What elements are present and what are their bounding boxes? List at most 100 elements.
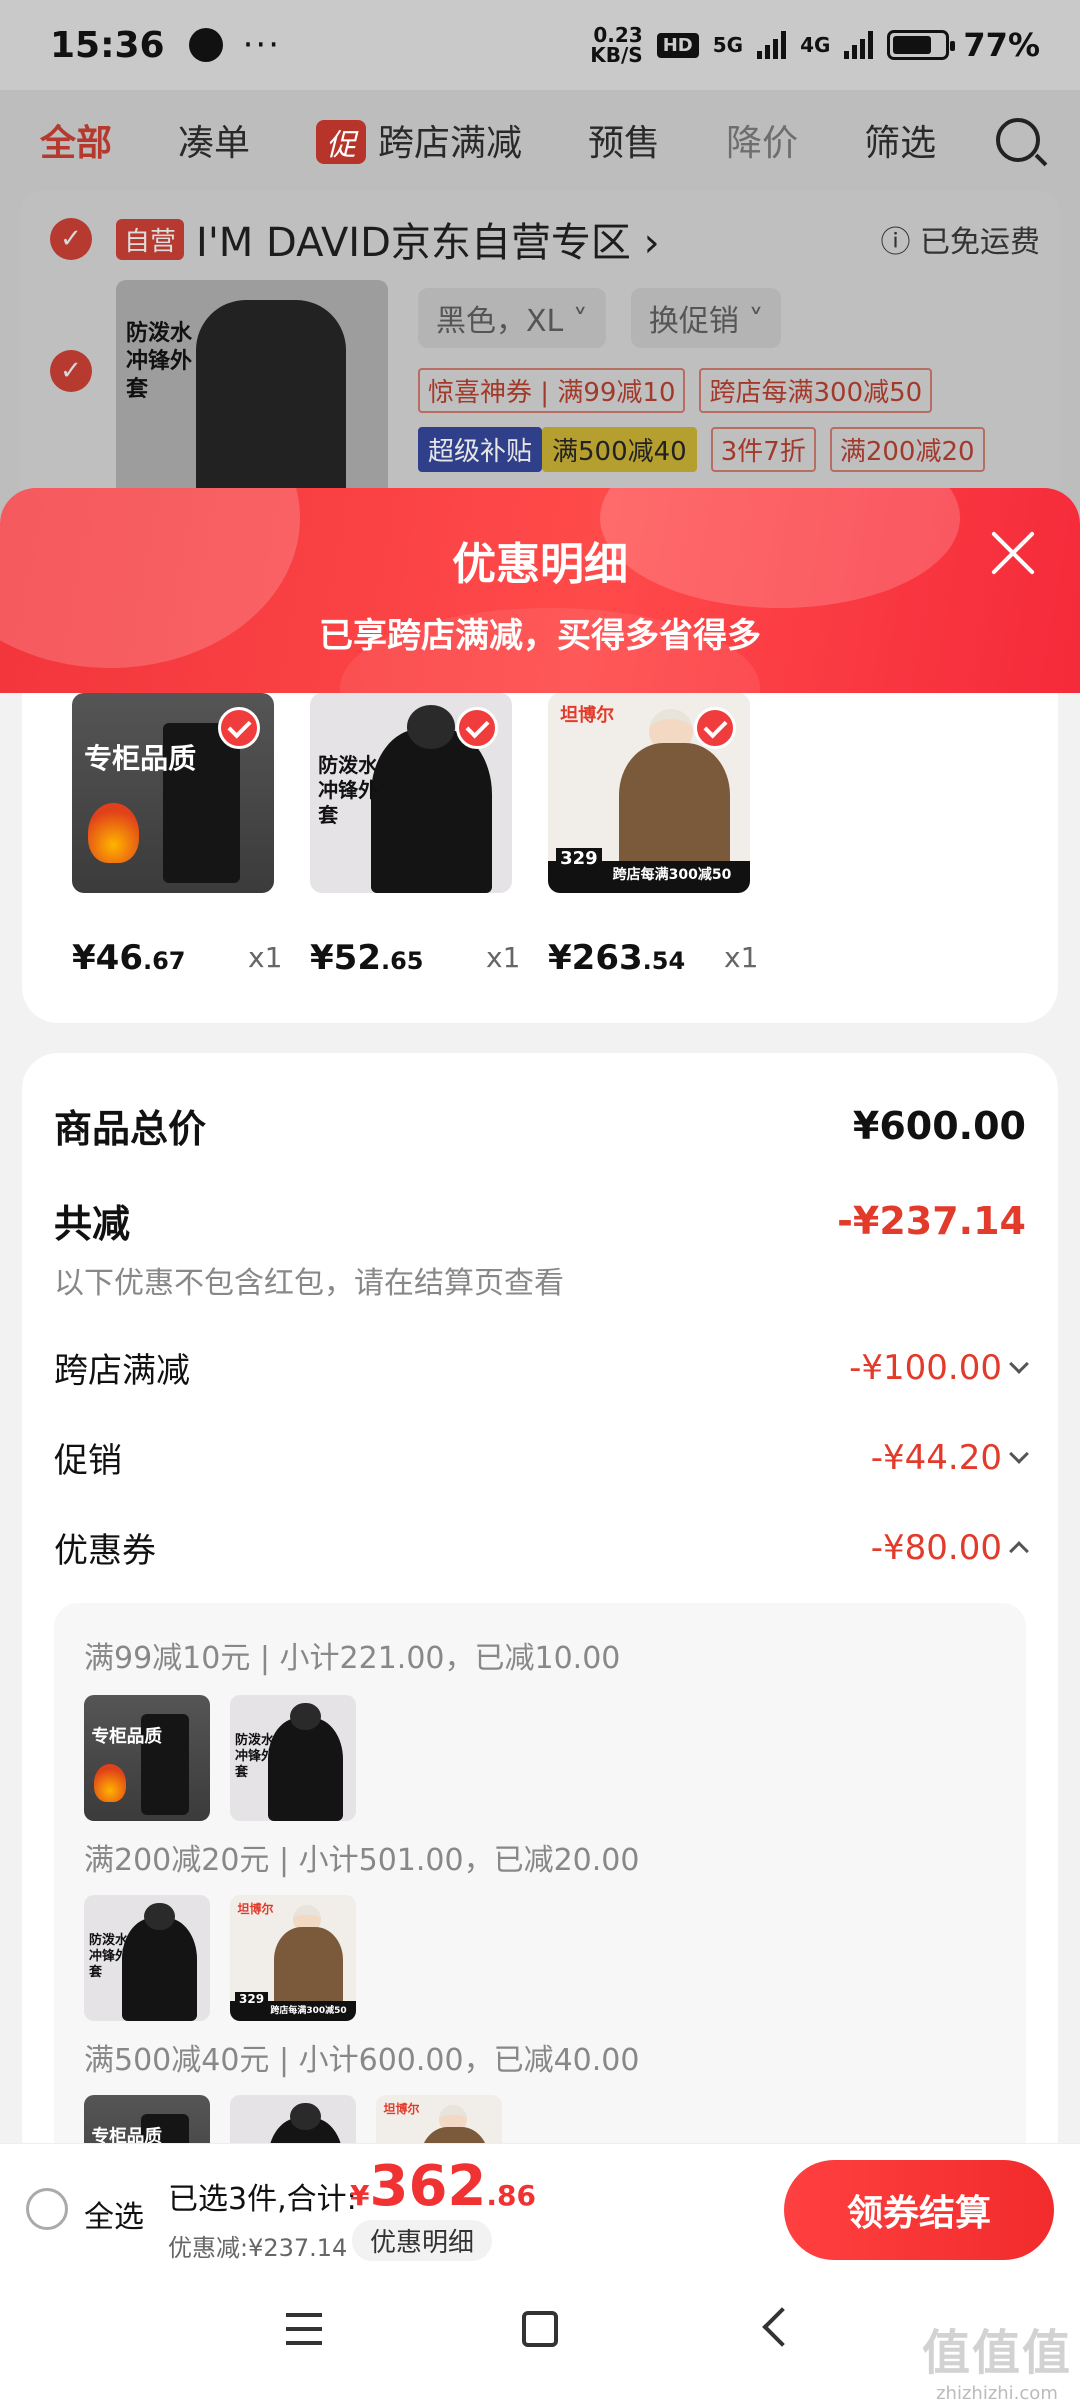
item-thumbnail: 坦博尔 跨店每满300减50 329 xyxy=(548,693,750,893)
item-thumbnail: 防泼水冲锋外套 xyxy=(310,693,512,893)
battery-icon xyxy=(887,30,956,60)
brand-logo: 坦博尔 xyxy=(383,2102,420,2117)
promo-strip-text: 跨店每满300减50 xyxy=(270,2005,347,2016)
shop-header: ✓ 自营 I'M DAVID京东自营专区 › ⓘ 已免运费 xyxy=(50,210,1040,268)
chevron-up-icon xyxy=(1009,1540,1029,1561)
change-promo-selector[interactable]: 换促销 ˅ xyxy=(630,288,782,348)
shop-name[interactable]: I'M DAVID京东自营专区 › xyxy=(196,210,660,268)
network-5g-label: 5G xyxy=(712,33,744,57)
total-dec: .86 xyxy=(486,2179,536,2212)
variant-selector[interactable]: 黑色，XL ˅ xyxy=(418,288,606,348)
coupon-group-title: 满99减10元 | 小计221.00，已减10.00 xyxy=(84,1641,621,1676)
modal-title: 优惠明细 xyxy=(452,539,628,590)
selected-item[interactable]: 专柜品质 ¥46.67 x1 xyxy=(72,693,292,978)
discount-row-value: -¥100.00 xyxy=(849,1347,1002,1388)
item-thumb-label: 防泼水冲锋外套 xyxy=(235,1732,275,1781)
promo-tag-value: 满99减10 xyxy=(557,378,676,408)
select-all-radio[interactable] xyxy=(26,2188,68,2230)
coupon-item-thumb[interactable]: 防泼水冲锋外套 xyxy=(84,1895,210,2021)
promo-tag: 超级补贴 xyxy=(418,427,543,472)
model-head xyxy=(290,1702,321,1731)
status-time: 15:36 xyxy=(50,24,165,66)
battery-percent: 77% xyxy=(963,26,1040,64)
discount-detail-body: 专柜品质 ¥46.67 x1 防泼水冲锋外套 ¥52.65 x1 坦博尔 跨店每… xyxy=(0,693,1080,2203)
reduce-note: 以下优惠不包含红包，请在结算页查看 xyxy=(54,1266,564,1301)
reduce-note-row: 以下优惠不包含红包，请在结算页查看 xyxy=(54,1258,1026,1302)
select-all-label[interactable]: 全选 xyxy=(84,2192,144,2236)
coupon-item-thumb[interactable]: 防泼水冲锋外套 xyxy=(230,1695,356,1821)
tab-price-drop[interactable]: 降价 xyxy=(726,114,798,166)
item-qty: x1 xyxy=(724,941,759,974)
model-head xyxy=(144,1902,175,1931)
promo-tag: 满500减40 xyxy=(542,427,697,472)
checkout-button[interactable]: 领券结算 xyxy=(784,2160,1054,2260)
selected-items-card: 专柜品质 ¥46.67 x1 防泼水冲锋外套 ¥52.65 x1 坦博尔 跨店每… xyxy=(22,693,1058,1023)
modal-subtitle: 已享跨店满减，买得多省得多 xyxy=(319,616,761,656)
watermark-logo: 值值值 xyxy=(921,2325,1072,2381)
more-notifications-icon: ··· xyxy=(242,25,282,65)
coupon-group-items: 专柜品质 防泼水冲锋外套 xyxy=(84,1695,356,1821)
discount-row-label: 促销 xyxy=(54,1441,122,1481)
item-qty: x1 xyxy=(486,941,521,974)
promo-tag: 跨店每满300减50 xyxy=(699,368,933,413)
promo-tag: 满200减20 xyxy=(829,427,985,472)
coupon-item-thumb[interactable]: 坦博尔 跨店每满300减50 329 xyxy=(230,1895,356,2021)
coupon-breakdown: 满99减10元 | 小计221.00，已减10.00 专柜品质 防泼水冲锋外套 … xyxy=(54,1603,1026,2203)
watermark-url: zhizhizhi.com xyxy=(936,2383,1058,2400)
coupon-group-title: 满500减40元 | 小计600.00，已减40.00 xyxy=(84,2043,640,2078)
back-icon[interactable] xyxy=(762,2307,802,2347)
shop-checkbox[interactable]: ✓ xyxy=(50,218,92,260)
network-4g-label: 4G xyxy=(800,33,831,57)
price-int: ¥263 xyxy=(548,938,643,978)
price-int: ¥46 xyxy=(72,938,143,978)
item-thumbnail: 专柜品质 xyxy=(72,693,274,893)
self-operated-tag: 自营 xyxy=(116,218,185,260)
product-checkbox[interactable]: ✓ xyxy=(50,350,92,392)
recent-apps-icon[interactable] xyxy=(286,2313,322,2345)
total-price-value: ¥600.00 xyxy=(852,1103,1026,1148)
price-dec: .67 xyxy=(142,947,186,975)
item-price: ¥52.65 xyxy=(310,938,424,978)
selected-summary: 已选3件,合计: xyxy=(168,2182,357,2217)
discount-row-value: -¥80.00 xyxy=(870,1527,1002,1568)
tab-bundle[interactable]: 凑单 xyxy=(178,114,250,166)
tab-presale[interactable]: 预售 xyxy=(588,114,660,166)
hd-voice-icon: HD xyxy=(656,32,699,58)
home-icon[interactable] xyxy=(522,2311,558,2347)
total-price-row: 商品总价 ¥600.00 xyxy=(54,1098,1026,1153)
search-icon[interactable] xyxy=(996,118,1040,162)
net-speed-value: 0.23 xyxy=(593,23,643,47)
item-thumb-label: 专柜品质 xyxy=(84,742,197,775)
item-price: ¥263.54 xyxy=(548,938,685,978)
brand-logo: 坦博尔 xyxy=(560,705,615,726)
promotion-row[interactable]: 促销 -¥44.20 xyxy=(54,1433,1029,1482)
cross-store-row[interactable]: 跨店满减 -¥100.00 xyxy=(54,1343,1029,1392)
coupon-item-thumb[interactable]: 专柜品质 xyxy=(84,1695,210,1821)
price-dec: .65 xyxy=(380,947,424,975)
promo-tag-label: 惊喜神券 xyxy=(428,378,533,408)
promo-strip-text: 跨店每满300减50 xyxy=(612,867,732,884)
selected-item[interactable]: 坦博尔 跨店每满300减50 329 ¥263.54 x1 xyxy=(548,693,768,978)
price-dec: .54 xyxy=(642,947,686,975)
total-reduce-value: -¥237.14 xyxy=(837,1198,1026,1243)
jacket-image xyxy=(196,300,346,500)
promo-tag-pair: 超级补贴 满500减40 xyxy=(418,427,697,472)
check-icon xyxy=(694,707,736,749)
price-summary-card: 商品总价 ¥600.00 共减 -¥237.14 以下优惠不包含红包，请在结算页… xyxy=(22,1053,1058,2203)
discount-amount: 优惠减:¥237.14 xyxy=(168,2234,348,2262)
tab-filter[interactable]: 筛选 xyxy=(864,114,936,166)
tab-cross-store[interactable]: 促跨店满减 xyxy=(316,114,522,166)
product-thumbnail[interactable]: 防泼水冲锋外套 xyxy=(116,280,388,500)
close-icon[interactable] xyxy=(988,528,1038,578)
thumb-price-tag: 329 xyxy=(556,848,602,869)
discount-row-value: -¥44.20 xyxy=(870,1437,1002,1478)
chevron-down-icon xyxy=(1009,1353,1029,1374)
discount-row-label: 跨店满减 xyxy=(54,1351,190,1391)
selected-item[interactable]: 防泼水冲锋外套 ¥52.65 x1 xyxy=(310,693,530,978)
coupon-row[interactable]: 优惠券 -¥80.00 xyxy=(54,1523,1029,1572)
free-shipping-label: ⓘ 已免运费 xyxy=(880,225,1040,260)
coupon-group-title: 满200减20元 | 小计501.00，已减20.00 xyxy=(84,1843,640,1878)
cart-filter-tabs: 全部 凑单 促跨店满减 预售 降价 筛选 xyxy=(0,90,1080,190)
discount-detail-button[interactable]: 优惠明细 xyxy=(352,2220,493,2261)
tab-all[interactable]: 全部 xyxy=(40,114,112,166)
